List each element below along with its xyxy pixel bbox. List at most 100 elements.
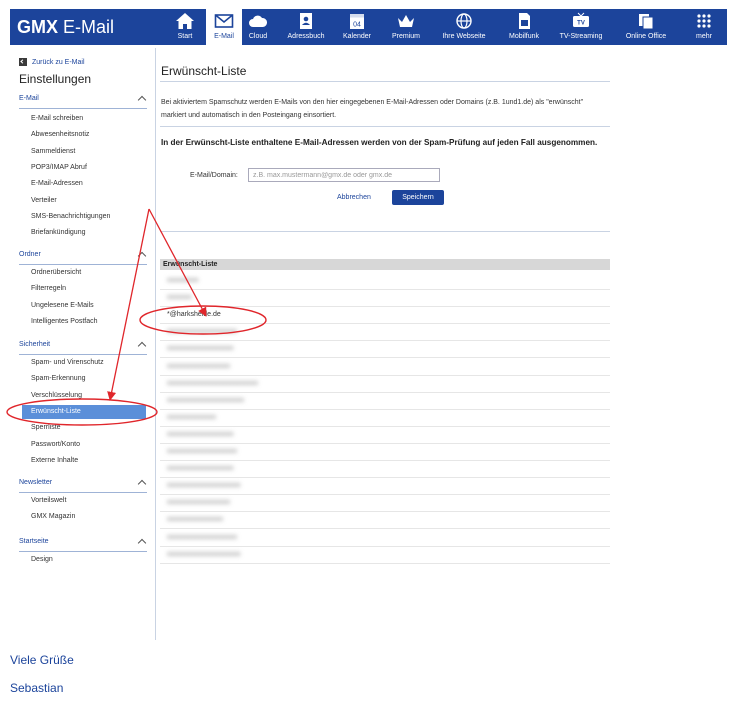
nav-label: Cloud: [248, 33, 268, 40]
back-arrow-icon: [19, 58, 27, 66]
email-domain-input[interactable]: [248, 168, 440, 182]
nav-label: Mobilfunk: [509, 33, 539, 40]
top-navigation-bar: GMX E-Mail Start E-Mail Cloud Adressbuch 04 K…: [10, 9, 727, 45]
email-domain-label: E-Mail/Domain:: [190, 172, 238, 179]
cloud-icon: [242, 12, 274, 30]
redacted-entry: xxxxxxxxxxxxxxxxxxxxxx: [167, 396, 244, 404]
table-row[interactable]: *@harksheide.de: [160, 308, 610, 325]
table-row[interactable]: xxxxxxxxxxxxxxxxxxxx: [160, 325, 610, 342]
nav-item-start[interactable]: Start: [170, 9, 200, 45]
table-row[interactable]: xxxxxxxxx: [160, 274, 610, 290]
sidebar-item-design[interactable]: Design: [31, 556, 53, 563]
nav-item-online-office[interactable]: Online Office: [614, 9, 678, 45]
divider: [160, 231, 610, 232]
table-row[interactable]: xxxxxxxxxxxxxxxxxxx: [160, 462, 610, 479]
table-row[interactable]: xxxxxxxxxxxxxx: [160, 411, 610, 427]
svg-text:TV: TV: [577, 21, 585, 27]
sidebar-item-spam-erkennung[interactable]: Spam-Erkennung: [31, 375, 85, 382]
sidebar-item-verteiler[interactable]: Verteiler: [31, 197, 57, 204]
whitelist-entry: *@harksheide.de: [167, 311, 221, 319]
nav-item-mehr[interactable]: mehr: [686, 9, 722, 45]
sidebar-item-briefank-ndigung[interactable]: Briefankündigung: [31, 229, 86, 236]
section-header-ordner[interactable]: Ordner: [19, 251, 147, 265]
table-row[interactable]: xxxxxxxxxxxxxxxxxxxx: [160, 445, 610, 461]
table-row[interactable]: xxxxxxxxxxxxxxxxxxxxx: [160, 548, 610, 564]
section-header-newsletter[interactable]: Newsletter: [19, 479, 147, 493]
sidebar-item-verschl-sselung[interactable]: Verschlüsselung: [31, 392, 82, 399]
redacted-entry: xxxxxxxxxxxxxxxxxx: [167, 499, 230, 507]
table-row[interactable]: xxxxxxxxxxxxxxxxxx: [160, 360, 610, 376]
save-button[interactable]: Speichern: [392, 190, 444, 205]
nav-label: E-Mail: [214, 33, 234, 40]
redacted-entry: xxxxxxxxxxxxxxxxxxxxxxxxxx: [167, 379, 258, 387]
nav-label: mehr: [696, 33, 712, 40]
nav-item-e-mail[interactable]: E-Mail: [206, 9, 242, 45]
sidebar-item-passwort-konto[interactable]: Passwort/Konto: [31, 441, 80, 448]
grid-icon: [686, 12, 722, 30]
cancel-button[interactable]: Abbrechen: [337, 194, 371, 201]
chevron-up-icon[interactable]: [137, 538, 147, 548]
globe-icon: [435, 12, 493, 30]
sidebar-item-ordner-bersicht[interactable]: Ordnerübersicht: [31, 269, 81, 276]
sidebar-item-spam-und-virenschutz[interactable]: Spam- und Virenschutz: [31, 359, 104, 366]
section-header-sicherheit[interactable]: Sicherheit: [19, 341, 147, 355]
nav-item-ihre-webseite[interactable]: Ihre Webseite: [435, 9, 493, 45]
redacted-entry: xxxxxxxxxxxxxxxxxxx: [167, 430, 234, 438]
home-icon: [170, 12, 200, 30]
sidebar-item-e-mail-adressen[interactable]: E-Mail-Adressen: [31, 180, 83, 187]
nav-item-adressbuch[interactable]: Adressbuch: [282, 9, 330, 45]
table-row[interactable]: xxxxxxxxxxxxxxxxxxxxxx: [160, 394, 610, 410]
description-text: Bei aktiviertem Spamschutz werden E-Mail…: [161, 99, 584, 119]
back-to-email-link[interactable]: Zurück zu E-Mail: [19, 58, 85, 66]
sidebar-item-gmx-magazin[interactable]: GMX Magazin: [31, 513, 75, 520]
redacted-entry: xxxxxxxxxxxxxxxxxxxx: [167, 448, 237, 455]
redacted-entry: xxxxxxxxxxxxxxxxxxxx: [167, 533, 237, 541]
sidebar-item-intelligentes-postfach[interactable]: Intelligentes Postfach: [31, 318, 98, 325]
table-row[interactable]: xxxxxxxxxxxxxxxxxxxxxxxxxx: [160, 377, 610, 393]
chevron-up-icon[interactable]: [137, 95, 147, 105]
redacted-entry: xxxxxxx: [167, 294, 192, 302]
nav-item-kalender[interactable]: 04 Kalender: [335, 9, 379, 45]
sidebar-item-externe-inhalte[interactable]: Externe Inhalte: [31, 457, 78, 464]
sidebar-item-vorteilswelt[interactable]: Vorteilswelt: [31, 497, 66, 504]
sidebar-item-ungelesene-e-mails[interactable]: Ungelesene E-Mails: [31, 302, 94, 309]
section-title: Newsletter: [19, 479, 53, 486]
table-row[interactable]: xxxxxxxxxxxxxxxx: [160, 513, 610, 530]
sidebar-item-sammeldienst[interactable]: Sammeldienst: [31, 148, 75, 155]
table-row[interactable]: xxxxxxxxxxxxxxxxxxxxx: [160, 479, 610, 496]
section-header-e-mail[interactable]: E-Mail: [19, 95, 147, 109]
settings-sidebar: Zurück zu E-Mail Einstellungen E-Mail E-M…: [10, 48, 156, 640]
svg-text:04: 04: [353, 22, 361, 29]
table-row[interactable]: xxxxxxxxxxxxxxxxxxxx: [160, 531, 610, 547]
address-book-icon: [282, 12, 330, 30]
section-title: E-Mail: [19, 95, 39, 102]
section-header-startseite[interactable]: Startseite: [19, 538, 147, 552]
gmx-settings-screenshot: GMX E-Mail Start E-Mail Cloud Adressbuch 04 K…: [0, 0, 737, 640]
table-row[interactable]: xxxxxxxxxxxxxxxxxxx: [160, 428, 610, 444]
sidebar-title: Einstellungen: [19, 72, 92, 86]
sidebar-item-sperrliste[interactable]: Sperrliste: [31, 424, 61, 431]
nav-item-premium[interactable]: Premium: [385, 9, 427, 45]
redacted-entry: xxxxxxxxxxxxxxxxxxxx: [167, 328, 237, 336]
nav-item-cloud[interactable]: Cloud: [242, 9, 274, 45]
section-title: Sicherheit: [19, 341, 51, 348]
sidebar-item-filterregeln[interactable]: Filterregeln: [31, 285, 66, 292]
chevron-up-icon[interactable]: [137, 341, 147, 351]
sidebar-item-e-mail-schreiben[interactable]: E-Mail schreiben: [31, 115, 83, 122]
list-header: Erwünscht-Liste: [160, 259, 610, 270]
section-title: Startseite: [19, 538, 49, 545]
chevron-up-icon[interactable]: [137, 479, 147, 489]
nav-item-mobilfunk[interactable]: Mobilfunk: [502, 9, 546, 45]
table-row[interactable]: xxxxxxxxxxxxxxxxxxx: [160, 342, 610, 359]
chevron-up-icon[interactable]: [137, 251, 147, 261]
sidebar-item-sms-benachrichtigungen[interactable]: SMS-Benachrichtigungen: [31, 213, 110, 220]
sidebar-item-abwesenheitsnotiz[interactable]: Abwesenheitsnotiz: [31, 131, 89, 138]
sidebar-item-erw-nscht-liste[interactable]: Erwünscht-Liste: [22, 404, 146, 419]
nav-label: Start: [177, 33, 193, 40]
table-row[interactable]: xxxxxxx: [160, 291, 610, 308]
nav-item-tv-streaming[interactable]: TV TV-Streaming: [552, 9, 610, 45]
gmx-logo[interactable]: GMX E-Mail: [17, 15, 114, 39]
table-row[interactable]: xxxxxxxxxxxxxxxxxx: [160, 496, 610, 513]
sidebar-item-pop3-imap-abruf[interactable]: POP3/IMAP Abruf: [31, 164, 87, 171]
nav-label: Ihre Webseite: [442, 33, 486, 40]
